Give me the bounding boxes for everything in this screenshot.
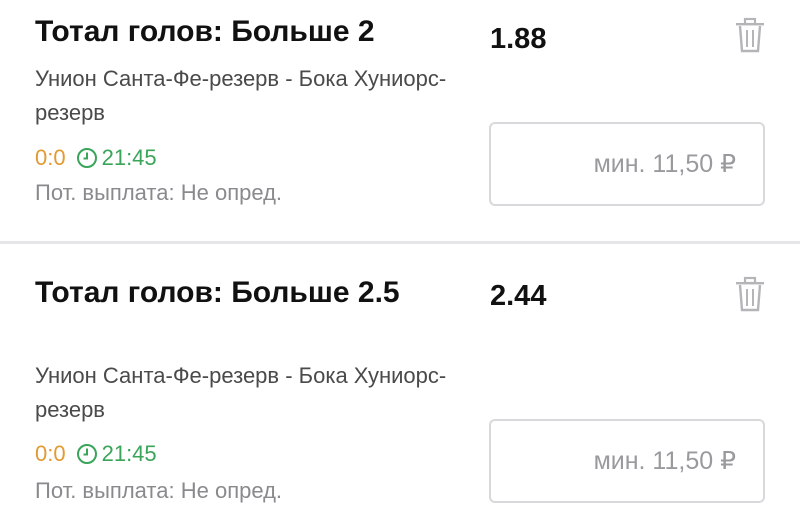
odds-value: 2.44 — [490, 280, 547, 312]
trash-icon[interactable] — [734, 17, 766, 53]
clock-icon — [76, 147, 98, 169]
match-score: 0:0 — [35, 145, 66, 170]
potential-payout: Пот. выплата: Не опред. — [35, 180, 283, 205]
bet-card: Тотал голов: Больше 2.5 2.44 Унион Санта… — [0, 244, 800, 527]
trash-icon[interactable] — [734, 276, 766, 312]
bet-slip: Тотал голов: Больше 2 1.88 Унион Санта-Ф… — [0, 0, 800, 527]
market-title: Тотал голов: Больше 2.5 — [35, 276, 400, 309]
stake-input[interactable] — [489, 122, 765, 206]
match-time: 21:45 — [101, 441, 157, 466]
event-name: Унион Санта-Фе-резерв - Бока Хуниорс-рез… — [35, 363, 447, 422]
stake-input[interactable] — [489, 419, 765, 503]
event-name: Унион Санта-Фе-резерв - Бока Хуниорс-рез… — [35, 66, 447, 125]
clock-icon — [76, 443, 98, 465]
market-title: Тотал голов: Больше 2 — [35, 15, 375, 48]
match-status: 0:0 21:45 — [35, 143, 157, 173]
potential-payout: Пот. выплата: Не опред. — [35, 478, 283, 503]
match-status: 0:0 21:45 — [35, 439, 157, 469]
match-time: 21:45 — [101, 145, 157, 170]
match-score: 0:0 — [35, 441, 66, 466]
odds-value: 1.88 — [490, 23, 547, 55]
bet-card: Тотал голов: Больше 2 1.88 Унион Санта-Ф… — [0, 0, 800, 242]
